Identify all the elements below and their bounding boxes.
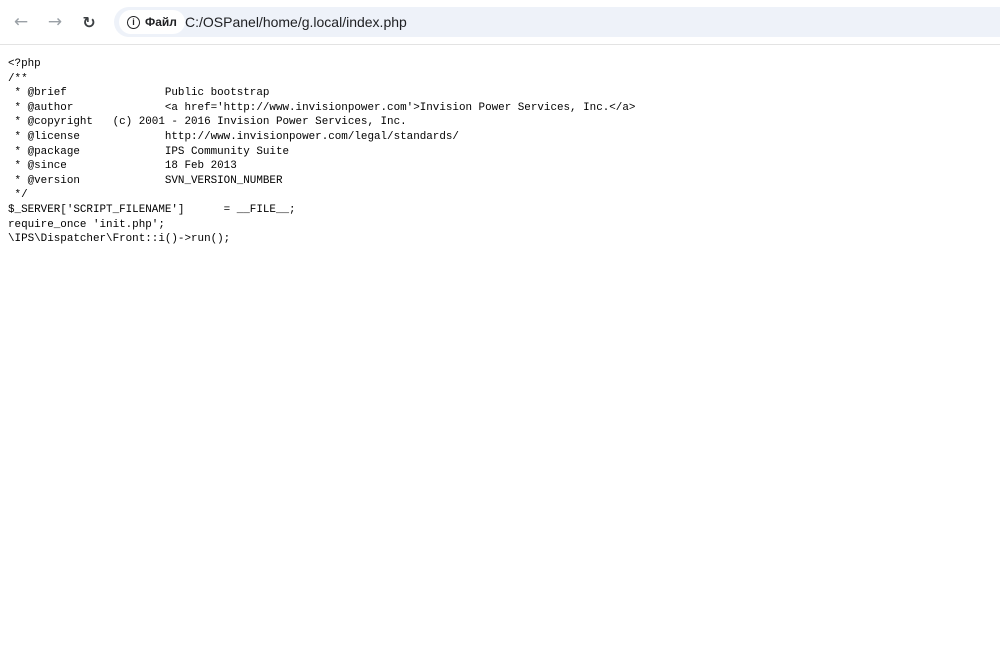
code-line: * @package IPS Community Suite [8, 145, 290, 158]
reload-button[interactable]: ↻ [77, 10, 101, 34]
code-line: * @version SVN_VERSION_NUMBER [8, 174, 283, 187]
code-line: * @since 18 Feb 2013 [8, 160, 237, 173]
site-info-chip[interactable]: i Файл [119, 10, 185, 34]
info-icon: i [127, 15, 140, 29]
code-line: \IPS\Dispatcher\Front::i()->run(); [8, 233, 231, 246]
back-button[interactable]: ← [9, 10, 33, 34]
code-line: * @author <a href='http://www.invisionpo… [8, 101, 636, 114]
source-code: <?php /** * @brief Public bootstrap * @a… [8, 57, 635, 247]
code-line: * @license http://www.invisionpower.com/… [8, 130, 459, 143]
code-line: $_SERVER['SCRIPT_FILENAME'] = __FILE__; [8, 203, 296, 216]
code-line: <?php [8, 58, 41, 70]
reload-icon: ↻ [82, 12, 96, 32]
arrow-left-icon: ← [13, 12, 29, 32]
code-line: require_once 'init.php'; [8, 218, 165, 231]
forward-button[interactable]: → [43, 10, 67, 34]
security-chip-label: Файл [145, 15, 177, 29]
arrow-right-icon: → [47, 12, 63, 32]
url-text[interactable]: C:/OSPanel/home/g.local/index.php [185, 14, 407, 30]
code-line: */ [8, 189, 28, 202]
code-line: * @copyright (c) 2001 - 2016 Invision Po… [8, 116, 407, 129]
browser-toolbar: ← → ↻ i Файл C:/OSPanel/home/g.local/ind… [0, 0, 1000, 45]
code-line: * @brief Public bootstrap [8, 87, 270, 100]
address-bar[interactable]: i Файл C:/OSPanel/home/g.local/index.php [114, 7, 1000, 37]
code-line: /** [8, 72, 28, 85]
